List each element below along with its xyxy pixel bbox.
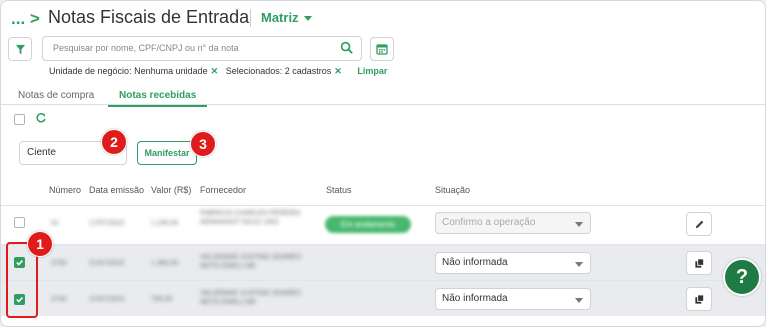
title-divider [250,9,251,27]
copy-button[interactable] [686,251,712,275]
page-frame: ... > Notas Fiscais de Entrada Matriz Pe… [0,0,766,327]
refresh-icon[interactable] [35,111,47,129]
column-header-status[interactable]: Status [326,185,352,195]
company-selector[interactable]: Matriz [261,10,312,25]
company-selector-label: Matriz [261,10,299,25]
table-row[interactable]: 3750 21/07/2023 1.380,00 VALDEMAR JUSTIN… [1,244,765,280]
column-header-data-emissao[interactable]: Data emissão [89,185,144,195]
invoice-value: 1.380,00 [151,260,179,267]
filter-icon [15,44,25,54]
calendar-button[interactable] [370,37,394,61]
invoice-number: 41 [51,220,59,227]
copy-icon [694,257,704,268]
page-title: Notas Fiscais de Entrada [48,7,250,27]
tab-notas-de-compra[interactable]: Notas de compra [18,90,94,101]
callout-badge-3: 3 [190,131,216,157]
chevron-down-icon [575,262,583,267]
invoice-number: 3734 [51,296,67,303]
help-button[interactable]: ? [723,258,761,296]
chevron-down-icon [575,222,583,227]
issue-date: 17/07/2023 [89,220,125,227]
active-filters: Unidade de negócio: Nenhuma unidade ✕ Sel… [49,66,387,77]
breadcrumb[interactable]: ... > [11,9,40,29]
column-header-valor[interactable]: Valor (R$) [151,185,191,195]
pencil-icon [695,220,703,228]
search-icon[interactable] [340,41,353,59]
supplier-name: FABRICIO CHARLES PEREIRA ARMANHOT 04110 … [200,210,300,226]
callout-badge-2: 2 [101,129,127,155]
situation-value: Não informada [442,293,508,304]
close-icon[interactable]: ✕ [211,66,219,76]
situation-value: Confirmo a operação [442,217,536,228]
invoice-number: 3750 [51,260,67,267]
edit-button[interactable] [686,212,712,236]
select-all-checkbox[interactable] [14,114,25,125]
row-checkbox[interactable] [14,217,25,228]
table-row[interactable]: 41 17/07/2023 1.245,50 FABRICIO CHARLES … [1,205,765,241]
table-row[interactable]: 3734 21/07/2023 790,00 VALDEMAR JUSTINO … [1,280,765,316]
close-icon[interactable]: ✕ [334,66,342,76]
help-icon: ? [735,265,749,288]
calendar-icon [376,44,388,55]
clear-filters-link[interactable]: Limpar [357,66,387,76]
callout-badge-1: 1 [27,231,53,257]
manifest-button[interactable]: Manifestar [137,141,197,165]
invoice-value: 790,00 [151,296,173,303]
chevron-down-icon [303,16,312,22]
column-header-fornecedor[interactable]: Fornecedor [200,185,246,195]
situation-select[interactable]: Não informada [435,252,591,274]
status-badge: Em andamento [325,216,411,233]
column-header-situacao[interactable]: Situação [435,185,470,195]
situation-value: Não informada [442,257,508,268]
search-input[interactable]: Pesquisar por nome, CPF/CNPJ ou n° da no… [42,36,362,61]
copy-button[interactable] [686,287,712,311]
situation-select[interactable]: Não informada [435,288,591,310]
filter-selected: Selecionados: 2 cadastros [225,66,332,76]
supplier-name: VALDEMAR JUSTINO SOARES NETO EIRELI ME [200,290,302,306]
chevron-down-icon [575,298,583,303]
issue-date: 21/07/2023 [89,296,125,303]
copy-icon [694,293,704,304]
issue-date: 21/07/2023 [89,260,125,267]
invoice-value: 1.245,50 [151,220,179,227]
tabs-divider [1,104,765,105]
column-header-numero[interactable]: Número [49,185,81,195]
filter-business-unit: Unidade de negócio: Nenhuma unidade [49,66,208,76]
situation-select: Confirmo a operação [435,212,591,234]
supplier-name: VALDEMAR JUSTINO SOARES NETO EIRELI ME [200,254,302,270]
filter-button[interactable] [8,37,32,61]
